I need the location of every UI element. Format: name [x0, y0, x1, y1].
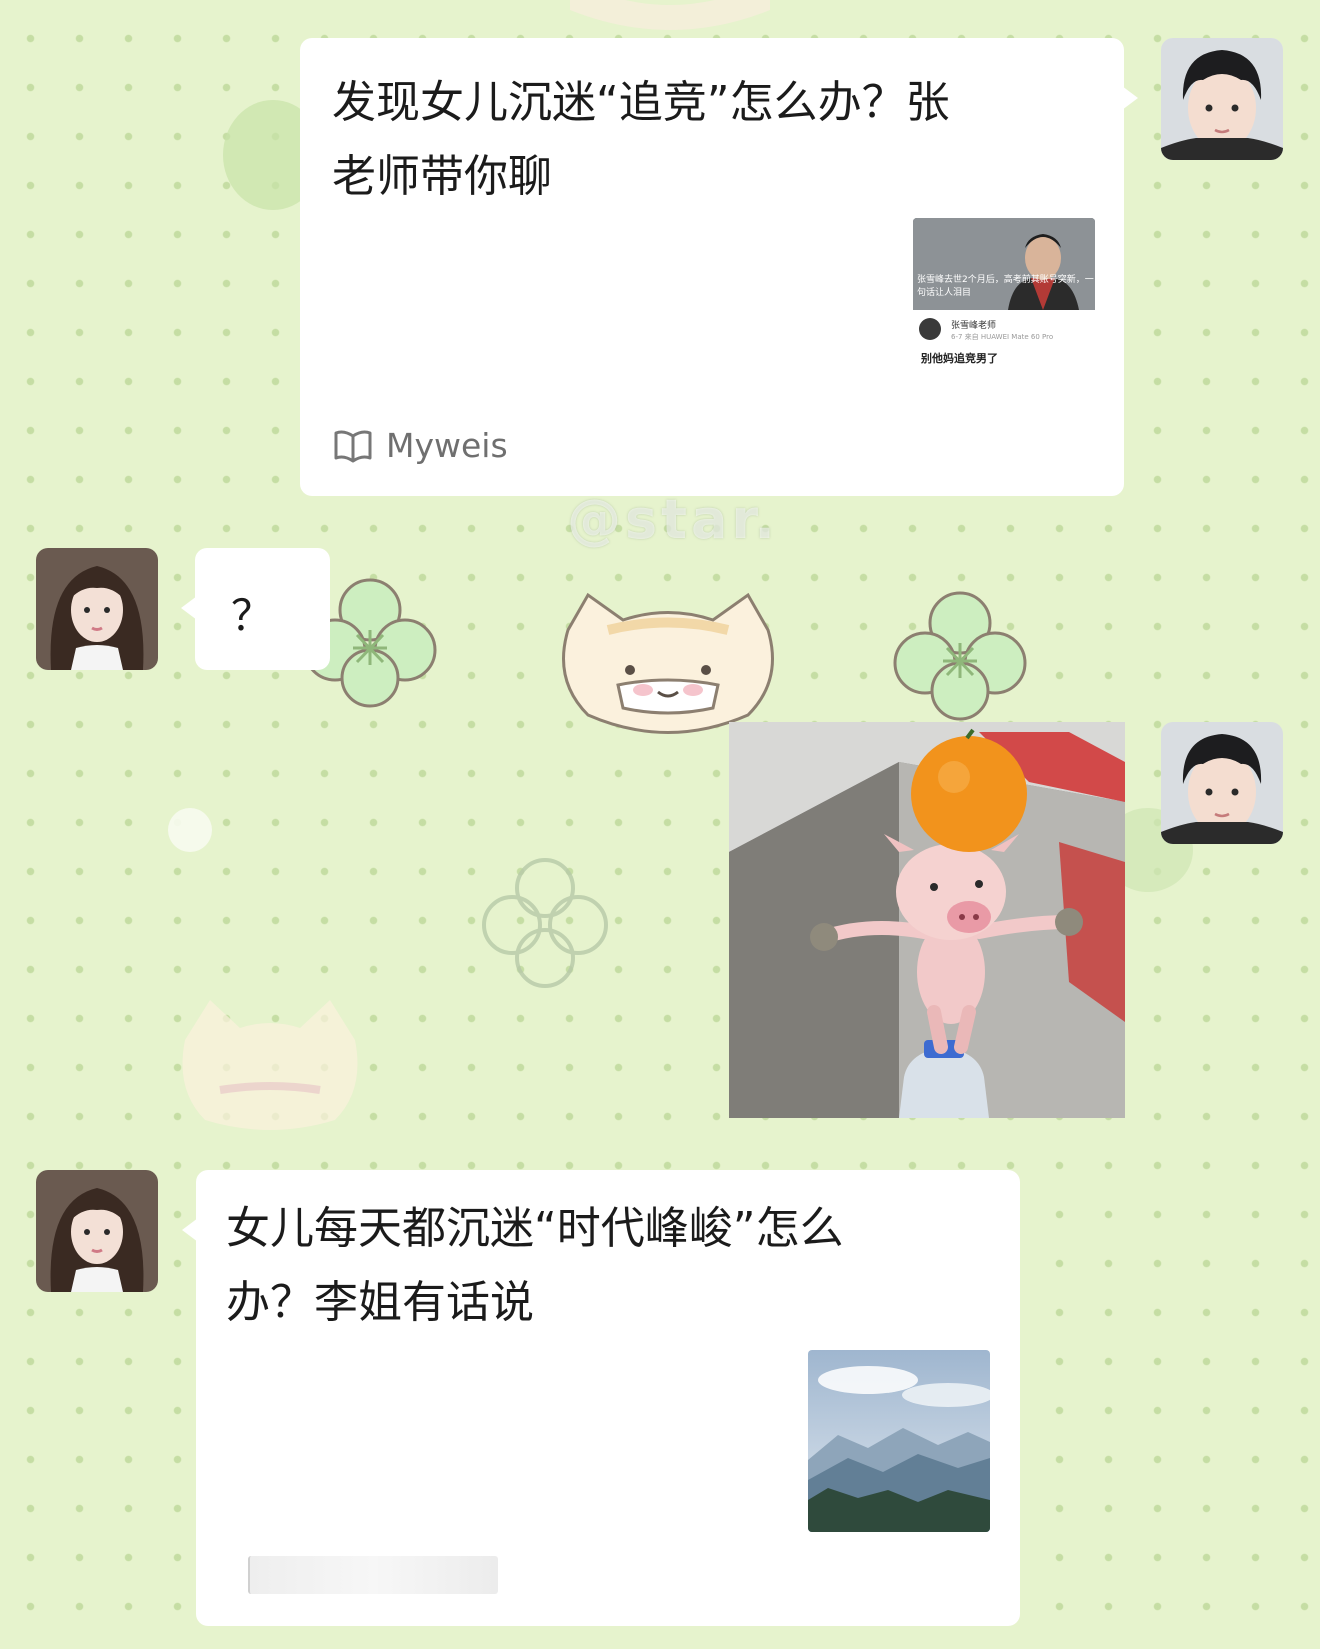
card-source: Myweis — [334, 426, 508, 465]
link-card-message[interactable]: 发现女儿沉迷“追竞”怎么办？张 老师带你聊 张雪峰去世2个月后，高考前其账号突新… — [300, 38, 1138, 496]
background-cat-face-icon — [562, 592, 774, 734]
message-text: ？ — [231, 591, 274, 640]
card-title-line: 办？李姐有话说 — [226, 1277, 534, 1328]
card-title-line: 发现女儿沉迷“追竞”怎么办？张 — [332, 77, 950, 128]
thumbnail-device: 6-7 来自 HUAWEI Mate 60 Pro — [951, 333, 1054, 341]
mountain-landscape-icon — [808, 1350, 990, 1532]
thumbnail-overlay-text: 张雪峰去世2个月后，高考前其账号突新，一句话让人泪目 — [917, 275, 1094, 298]
thumbnail-post-text: 别他妈追竞男了 — [921, 352, 998, 365]
background-circle-icon — [168, 808, 212, 852]
card-title-line: 女儿每天都沉迷“时代峰峻”怎么 — [226, 1203, 844, 1254]
thumbnail-video-frame: 张雪峰去世2个月后，高考前其账号突新，一句话让人泪目 — [913, 218, 1095, 310]
background-clover-faint-icon — [482, 858, 608, 988]
card-thumbnail — [808, 1350, 990, 1532]
card-thumbnail: 张雪峰去世2个月后，高考前其账号突新，一句话让人泪目 张雪峰老师 6-7 来自 … — [913, 218, 1095, 400]
friend-avatar[interactable] — [36, 548, 158, 670]
boy-avatar-icon — [1161, 38, 1283, 160]
background-cat-faint-icon — [182, 1000, 358, 1130]
card-title: 女儿每天都沉迷“时代峰峻”怎么 办？李姐有话说 — [226, 1192, 986, 1340]
link-card-message[interactable]: 女儿每天都沉迷“时代峰峻”怎么 办？李姐有话说 — [182, 1170, 1020, 1626]
boy-avatar-icon — [1161, 722, 1283, 844]
card-title: 发现女儿沉迷“追竞”怎么办？张 老师带你聊 — [332, 66, 1092, 214]
thumbnail-avatar-icon — [919, 318, 941, 340]
pig-balancing-orange-icon — [729, 722, 1125, 1118]
thumbnail-account-name: 张雪峰老师 — [951, 321, 997, 331]
text-message[interactable]: ？ — [181, 548, 330, 670]
background-cat-doodle-icon — [570, 0, 770, 30]
book-icon — [334, 430, 372, 462]
girl-avatar-icon — [36, 548, 158, 670]
my-avatar[interactable] — [1161, 38, 1283, 160]
thumbnail-post: 张雪峰老师 6-7 来自 HUAWEI Mate 60 Pro 别他妈追竞男了 — [913, 310, 1095, 400]
my-avatar[interactable] — [1161, 722, 1283, 844]
watermark-text: @star. — [567, 488, 779, 551]
card-title-line: 老师带你聊 — [332, 151, 552, 202]
background-clover-icon — [893, 591, 1027, 721]
friend-avatar[interactable] — [36, 1170, 158, 1292]
image-message[interactable] — [729, 722, 1125, 1118]
card-source-label: Myweis — [386, 426, 508, 465]
card-source-obscured — [248, 1556, 498, 1594]
girl-avatar-icon — [36, 1170, 158, 1292]
